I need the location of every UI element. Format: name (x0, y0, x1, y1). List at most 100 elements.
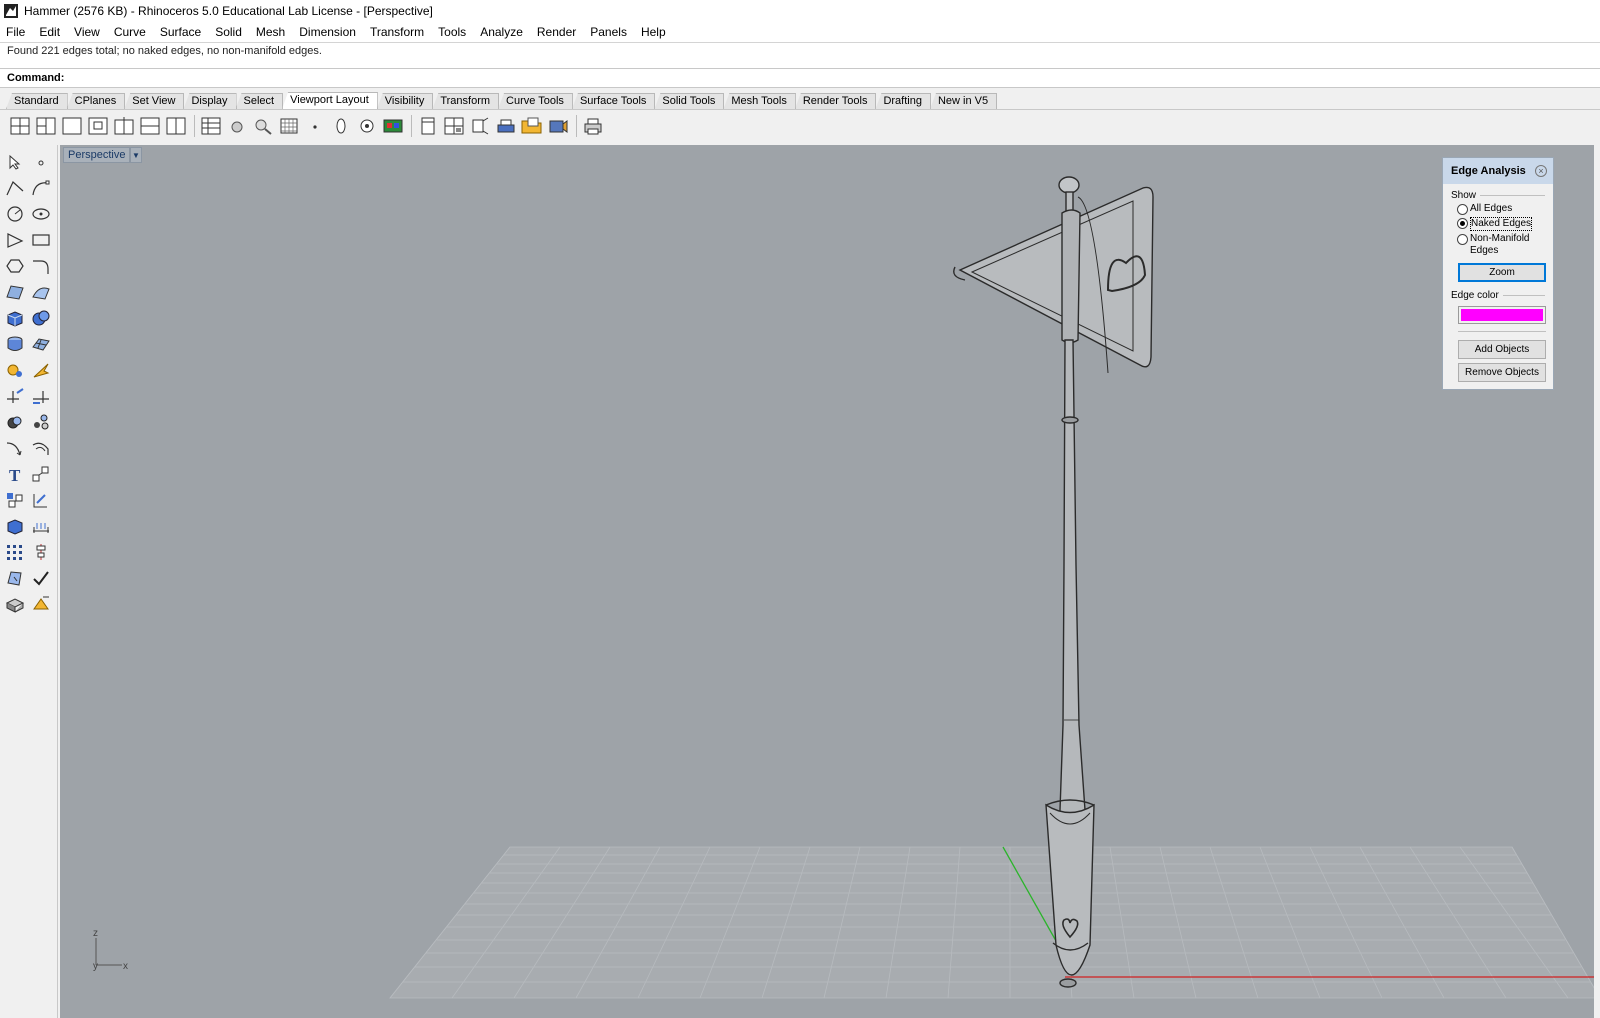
tab-surface-tools[interactable]: Surface Tools (571, 93, 656, 109)
radio-button[interactable] (1457, 204, 1468, 215)
split-vertical-icon[interactable] (164, 115, 188, 137)
render-icon[interactable] (3, 593, 27, 615)
sphere-solid-icon[interactable] (29, 307, 53, 329)
tab-standard[interactable]: Standard (6, 93, 68, 109)
close-icon[interactable]: × (1535, 165, 1547, 177)
maximize-viewport-icon[interactable] (60, 115, 84, 137)
layout-scale-icon[interactable] (468, 115, 492, 137)
circle-icon[interactable] (3, 203, 27, 225)
split-icon[interactable] (29, 385, 53, 407)
check-icon[interactable] (29, 567, 53, 589)
point-tool-icon[interactable] (29, 151, 53, 173)
explode-icon[interactable] (29, 411, 53, 433)
tab-transform[interactable]: Transform (432, 93, 500, 109)
polyline-icon[interactable] (3, 177, 27, 199)
project-icon[interactable] (29, 489, 53, 511)
lens-length-icon[interactable] (329, 115, 353, 137)
named-view-icon[interactable] (355, 115, 379, 137)
split-horizontal-icon[interactable] (138, 115, 162, 137)
tab-set-view[interactable]: Set View (124, 93, 185, 109)
four-viewports-icon[interactable] (8, 115, 32, 137)
rectangle-icon[interactable] (29, 229, 53, 251)
tab-display[interactable]: Display (183, 93, 237, 109)
array-icon[interactable] (3, 541, 27, 563)
tab-solid-tools[interactable]: Solid Tools (654, 93, 725, 109)
tab-mesh-tools[interactable]: Mesh Tools (723, 93, 796, 109)
menu-transform[interactable]: Transform (370, 25, 424, 39)
group-icon[interactable] (3, 489, 27, 511)
tab-viewport-layout[interactable]: Viewport Layout (282, 92, 378, 109)
print-preview-icon[interactable] (494, 115, 518, 137)
point-icon[interactable] (303, 115, 327, 137)
radio-all-edges[interactable]: All Edges (1451, 203, 1545, 215)
radio-naked-edges[interactable]: Naked Edges (1451, 217, 1545, 231)
ellipse-icon[interactable] (29, 203, 53, 225)
zoom-button[interactable]: Zoom (1458, 263, 1546, 282)
render-settings-icon[interactable] (3, 359, 27, 381)
tab-render-tools[interactable]: Render Tools (794, 93, 877, 109)
grid-icon[interactable] (277, 115, 301, 137)
viewport-properties-icon[interactable] (199, 115, 223, 137)
fillet-edge-icon[interactable] (3, 437, 27, 459)
menu-render[interactable]: Render (537, 25, 576, 39)
boolean-union-icon[interactable] (3, 411, 27, 433)
detail-view-icon[interactable] (442, 115, 466, 137)
menu-dimension[interactable]: Dimension (299, 25, 356, 39)
text-icon[interactable]: T (3, 463, 27, 485)
radio-button[interactable] (1457, 234, 1468, 245)
viewport-title-tab[interactable]: Perspective (63, 147, 131, 163)
tab-curve-tools[interactable]: Curve Tools (498, 93, 573, 109)
camera-view-icon[interactable] (546, 115, 570, 137)
menu-curve[interactable]: Curve (114, 25, 146, 39)
page-layout-icon[interactable] (416, 115, 440, 137)
surface-from-points-icon[interactable] (3, 281, 27, 303)
menu-panels[interactable]: Panels (590, 25, 627, 39)
polygon-icon[interactable] (3, 255, 27, 277)
three-viewports-icon[interactable] (34, 115, 58, 137)
mesh-icon[interactable] (29, 333, 53, 355)
radio-button-selected[interactable] (1457, 218, 1468, 229)
split-viewport-icon[interactable] (112, 115, 136, 137)
analyze-direction-icon[interactable] (3, 567, 27, 589)
viewport-color-icon[interactable] (381, 115, 405, 137)
menu-help[interactable]: Help (641, 25, 666, 39)
light-icon[interactable] (29, 359, 53, 381)
extrude-icon[interactable] (3, 333, 27, 355)
menu-solid[interactable]: Solid (215, 25, 242, 39)
tab-drafting[interactable]: Drafting (875, 93, 931, 109)
tab-cplanes[interactable]: CPlanes (66, 93, 126, 109)
scale-icon[interactable] (29, 463, 53, 485)
print-icon[interactable] (581, 115, 605, 137)
dimension-icon[interactable] (29, 515, 53, 537)
radio-non-manifold-edges[interactable]: Non-Manifold Edges (1451, 233, 1545, 257)
select-arrow-icon[interactable] (3, 151, 27, 173)
zoom-lens-icon[interactable] (251, 115, 275, 137)
menu-edit[interactable]: Edit (39, 25, 60, 39)
tab-visibility[interactable]: Visibility (376, 93, 434, 109)
menu-file[interactable]: File (6, 25, 25, 39)
menu-view[interactable]: View (74, 25, 100, 39)
menu-tools[interactable]: Tools (438, 25, 466, 39)
edge-color-swatch[interactable] (1458, 306, 1546, 324)
command-input[interactable] (68, 72, 1600, 84)
new-viewport-icon[interactable] (86, 115, 110, 137)
align-icon[interactable] (29, 541, 53, 563)
arc-icon[interactable] (3, 229, 27, 251)
fillet-curve-icon[interactable] (29, 255, 53, 277)
material-icon[interactable] (29, 593, 53, 615)
open-layout-icon[interactable] (520, 115, 544, 137)
box-solid-icon[interactable] (3, 307, 27, 329)
set-camera-icon[interactable] (225, 115, 249, 137)
perspective-viewport[interactable]: z y x Perspective ▼ (60, 145, 1594, 1018)
trim-icon[interactable] (3, 385, 27, 407)
menu-surface[interactable]: Surface (160, 25, 201, 39)
menu-mesh[interactable]: Mesh (256, 25, 285, 39)
viewport-menu-dropdown[interactable]: ▼ (130, 147, 142, 163)
offset-curve-icon[interactable] (29, 437, 53, 459)
tab-select[interactable]: Select (235, 93, 284, 109)
block-icon[interactable] (3, 515, 27, 537)
add-objects-button[interactable]: Add Objects (1458, 340, 1546, 359)
surface-tools-icon[interactable] (29, 281, 53, 303)
curve-icon[interactable] (29, 177, 53, 199)
menu-analyze[interactable]: Analyze (480, 25, 523, 39)
